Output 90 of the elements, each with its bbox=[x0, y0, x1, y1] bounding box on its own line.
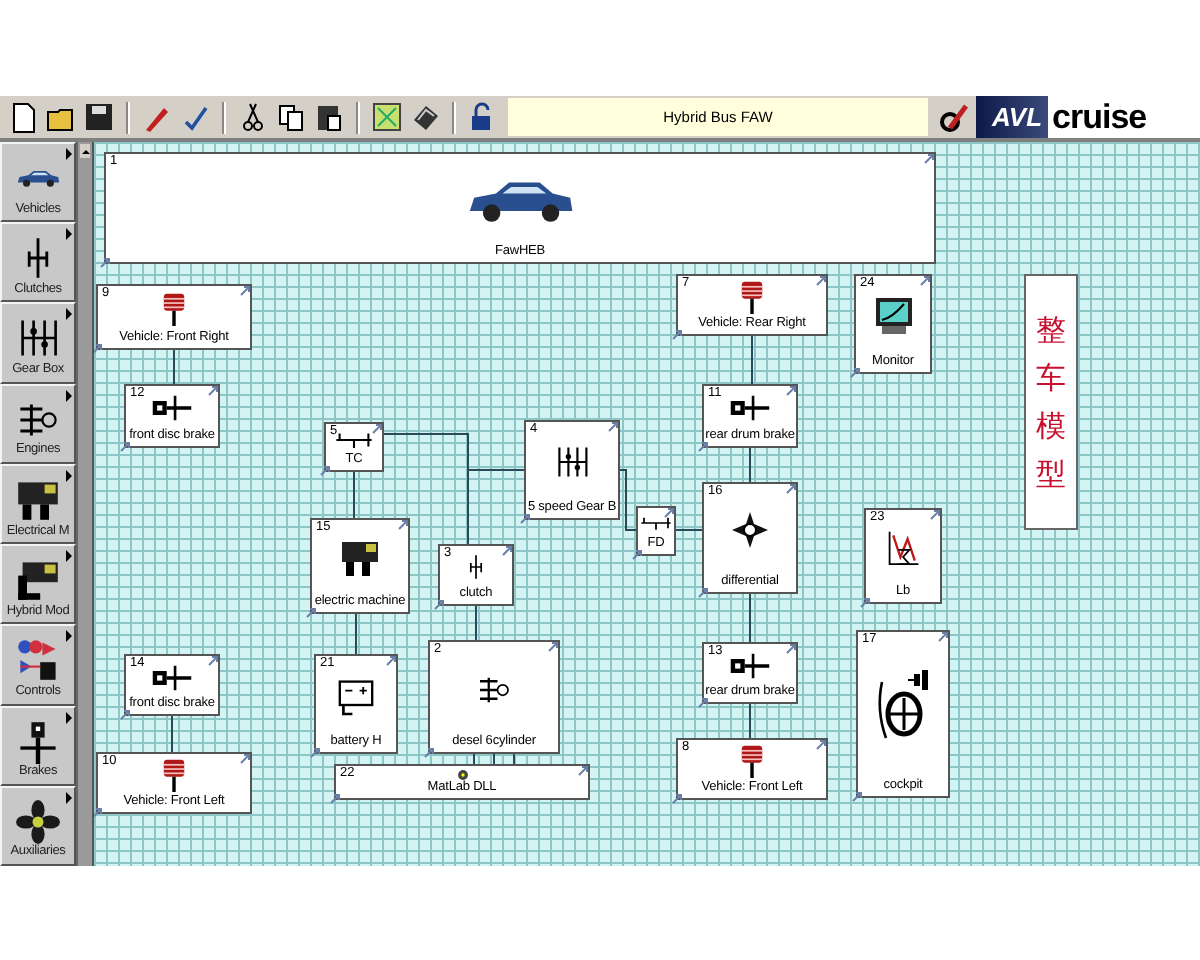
wheel-hub-icon bbox=[740, 744, 764, 779]
corner-arrow-icon[interactable] bbox=[816, 740, 826, 750]
corner-arrow-icon[interactable] bbox=[94, 344, 102, 354]
corner-arrow-icon[interactable] bbox=[310, 748, 320, 758]
corner-arrow-icon[interactable] bbox=[398, 520, 408, 530]
connection-line bbox=[619, 469, 637, 531]
fit-view-icon[interactable] bbox=[370, 100, 404, 134]
corner-arrow-icon[interactable] bbox=[698, 588, 708, 598]
engine-icon bbox=[476, 675, 512, 704]
corner-arrow-icon[interactable] bbox=[120, 442, 130, 452]
corner-arrow-icon[interactable] bbox=[608, 422, 618, 432]
corner-arrow-icon[interactable] bbox=[816, 276, 826, 286]
connection-line bbox=[353, 471, 355, 519]
note-text: 整车模型 bbox=[1036, 310, 1066, 496]
corner-arrow-icon[interactable] bbox=[208, 386, 218, 396]
corner-arrow-icon[interactable] bbox=[664, 508, 674, 518]
connection-line bbox=[749, 703, 751, 739]
corner-arrow-icon[interactable] bbox=[698, 698, 708, 708]
corner-arrow-icon[interactable] bbox=[100, 258, 110, 268]
brake-icon bbox=[728, 394, 772, 423]
electric-motor-icon bbox=[340, 538, 380, 579]
corner-arrow-icon[interactable] bbox=[930, 510, 940, 520]
corner-arrow-icon[interactable] bbox=[330, 794, 340, 804]
corner-arrow-icon[interactable] bbox=[786, 386, 796, 396]
corner-arrow-icon[interactable] bbox=[672, 330, 682, 340]
corner-arrow-icon[interactable] bbox=[786, 484, 796, 494]
copy-icon[interactable] bbox=[274, 100, 308, 134]
corner-arrow-icon[interactable] bbox=[208, 656, 218, 666]
model-canvas[interactable] bbox=[92, 142, 1200, 866]
corner-arrow-icon[interactable] bbox=[698, 442, 708, 452]
hybrid-motor-icon bbox=[16, 558, 60, 603]
corner-arrow-icon[interactable] bbox=[520, 514, 530, 524]
corner-arrow-icon[interactable] bbox=[94, 808, 102, 818]
connection-line bbox=[355, 613, 357, 655]
pen-icon[interactable] bbox=[936, 99, 972, 135]
corner-arrow-icon[interactable] bbox=[434, 600, 444, 610]
corner-arrow-icon[interactable] bbox=[502, 546, 512, 556]
brake-icon bbox=[728, 651, 772, 680]
coupling-icon bbox=[640, 516, 672, 531]
corner-arrow-icon[interactable] bbox=[578, 766, 588, 776]
corner-arrow-icon[interactable] bbox=[852, 792, 862, 802]
connection-line bbox=[749, 593, 751, 643]
wheel-hub-icon bbox=[740, 280, 764, 315]
corner-arrow-icon[interactable] bbox=[920, 276, 930, 286]
battery-icon bbox=[338, 676, 374, 717]
coupling-icon bbox=[334, 431, 374, 448]
corner-arrow-icon[interactable] bbox=[860, 598, 870, 608]
corner-arrow-icon[interactable] bbox=[240, 286, 250, 296]
connection-line bbox=[173, 349, 175, 385]
connection-line bbox=[171, 715, 173, 753]
chart-sum-icon bbox=[885, 528, 921, 569]
connection-line bbox=[473, 753, 475, 765]
corner-arrow-icon[interactable] bbox=[320, 466, 330, 476]
corner-arrow-icon[interactable] bbox=[424, 748, 434, 758]
corner-arrow-icon[interactable] bbox=[632, 550, 642, 560]
corner-arrow-icon[interactable] bbox=[306, 608, 316, 618]
connection-line bbox=[513, 753, 515, 765]
wheel-hub-icon bbox=[162, 292, 186, 327]
corner-arrow-icon[interactable] bbox=[548, 642, 558, 652]
corner-arrow-icon[interactable] bbox=[372, 424, 382, 434]
connection-line bbox=[675, 529, 703, 531]
paste-icon[interactable] bbox=[312, 100, 346, 134]
scroll-up-button[interactable] bbox=[80, 144, 90, 158]
logo-product: cruise bbox=[1052, 100, 1147, 134]
corner-arrow-icon[interactable] bbox=[120, 710, 130, 720]
corner-arrow-icon[interactable] bbox=[924, 154, 934, 164]
connection-line bbox=[493, 753, 495, 765]
clutch-icon bbox=[468, 554, 484, 581]
corner-arrow-icon[interactable] bbox=[386, 656, 396, 666]
fan-icon bbox=[16, 799, 60, 844]
gearbox-icon bbox=[16, 316, 60, 361]
gearbox-icon bbox=[554, 444, 590, 481]
controls-icon bbox=[16, 638, 60, 683]
corner-arrow-icon[interactable] bbox=[850, 368, 860, 378]
brake-icon bbox=[150, 663, 194, 692]
connection-line bbox=[475, 605, 477, 641]
corner-arrow-icon[interactable] bbox=[240, 754, 250, 764]
connection-line bbox=[751, 335, 753, 385]
brake-icon bbox=[150, 394, 194, 423]
corner-arrow-icon[interactable] bbox=[672, 794, 682, 804]
monitor-icon bbox=[873, 296, 913, 337]
wheel-hub-icon bbox=[162, 758, 186, 793]
logo-brand: AVL bbox=[976, 96, 1049, 138]
corner-arrow-icon[interactable] bbox=[938, 632, 948, 642]
corner-arrow-icon[interactable] bbox=[786, 644, 796, 654]
differential-icon bbox=[730, 510, 770, 551]
brake-pedal-icon bbox=[16, 719, 60, 764]
electric-motor-icon bbox=[16, 477, 60, 522]
save-icon[interactable] bbox=[82, 100, 116, 134]
connection-line bbox=[749, 447, 751, 483]
